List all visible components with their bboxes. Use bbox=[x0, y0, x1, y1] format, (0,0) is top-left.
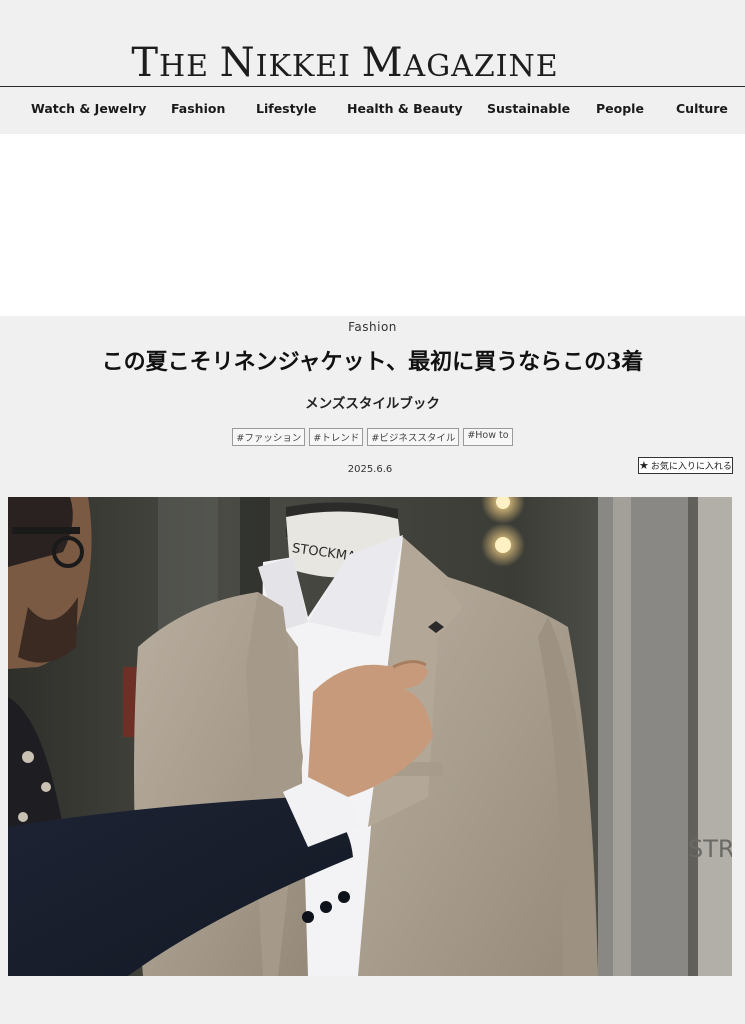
main-nav: Watch & Jewelry Fashion Lifestyle Health… bbox=[0, 88, 745, 134]
ad-slot bbox=[0, 134, 745, 316]
tag-business-style[interactable]: #ビジネススタイル bbox=[367, 428, 460, 446]
masthead: THE NIKKEI MAGAZINE bbox=[0, 0, 745, 87]
favorite-button[interactable]: ★ お気に入りに入れる bbox=[638, 457, 733, 474]
nav-item-lifestyle[interactable]: Lifestyle bbox=[256, 101, 317, 116]
tag-fashion[interactable]: #ファッション bbox=[232, 428, 306, 446]
tag-trend[interactable]: #トレンド bbox=[309, 428, 364, 446]
store-sign-text: STRA bbox=[688, 835, 732, 863]
tag-how-to[interactable]: #How to bbox=[463, 428, 513, 446]
publish-date: 2025.6.6 bbox=[347, 464, 393, 475]
article-category[interactable]: Fashion bbox=[0, 320, 745, 334]
star-icon: ★ bbox=[639, 459, 649, 472]
tag-list: #ファッション #トレンド #ビジネススタイル #How to bbox=[0, 428, 745, 446]
site-logo[interactable]: THE NIKKEI MAGAZINE bbox=[0, 40, 690, 86]
nav-item-sustainable[interactable]: Sustainable bbox=[487, 101, 570, 116]
article-title: この夏こそリネンジャケット、最初に買うならこの3着 bbox=[101, 349, 644, 375]
favorite-label: お気に入りに入れる bbox=[650, 462, 732, 472]
hero-image: STRA STOCKMAN bbox=[8, 497, 732, 976]
nav-item-culture[interactable]: Culture bbox=[676, 101, 728, 116]
nav-item-people[interactable]: People bbox=[596, 101, 644, 116]
hero-photo: STRA STOCKMAN bbox=[8, 497, 732, 976]
nav-item-watch-jewelry[interactable]: Watch & Jewelry bbox=[31, 101, 146, 116]
nav-item-health-beauty[interactable]: Health & Beauty bbox=[347, 101, 463, 116]
article-subtitle: メンズスタイルブック bbox=[305, 396, 440, 412]
article-header: Fashion この夏こそリネンジャケット、最初に買うならこの3着 メンズスタイ… bbox=[0, 316, 745, 496]
nav-item-fashion[interactable]: Fashion bbox=[171, 101, 225, 116]
